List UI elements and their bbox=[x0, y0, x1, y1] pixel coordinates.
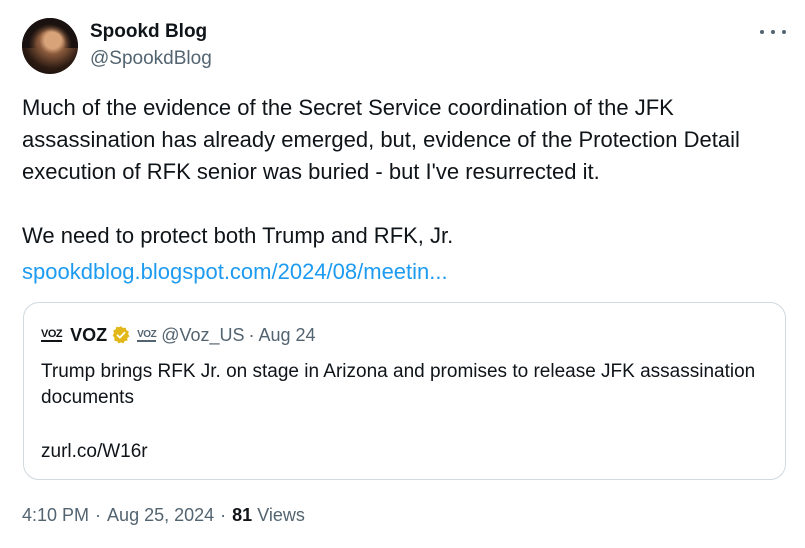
quote-text: Trump brings RFK Jr. on stage in Arizona… bbox=[41, 361, 756, 408]
author-name[interactable]: Spookd Blog bbox=[90, 20, 207, 44]
dot-icon bbox=[771, 30, 775, 34]
views-count[interactable]: 81 bbox=[232, 505, 252, 526]
affiliate-badge-logo: VOZ bbox=[137, 328, 157, 342]
quote-url: zurl.co/W16r bbox=[41, 441, 148, 462]
meta-separator: · bbox=[220, 505, 227, 525]
quote-avatar-logo[interactable]: VOZ bbox=[41, 328, 63, 342]
tweet-meta: 4:10 PM · Aug 25, 2024 · 81 Views bbox=[22, 505, 305, 526]
quote-separator: · bbox=[248, 324, 255, 345]
more-options-icon[interactable] bbox=[760, 22, 786, 42]
tweet-date[interactable]: Aug 25, 2024 bbox=[107, 505, 214, 526]
verified-badge-icon bbox=[112, 326, 130, 344]
dot-icon bbox=[760, 30, 764, 34]
tweet-time[interactable]: 4:10 PM bbox=[22, 505, 89, 526]
avatar[interactable] bbox=[22, 18, 78, 74]
views-label[interactable]: Views bbox=[257, 505, 305, 526]
author-handle[interactable]: @SpookdBlog bbox=[90, 47, 212, 71]
tweet-text: Much of the evidence of the Secret Servi… bbox=[22, 95, 740, 248]
meta-separator: · bbox=[95, 505, 102, 525]
tweet-card: Spookd Blog @SpookdBlog Much of the evid… bbox=[0, 0, 805, 548]
tweet-link[interactable]: spookdblog.blogspot.com/2024/08/meetin..… bbox=[22, 256, 448, 288]
quote-author-handle[interactable]: @Voz_US bbox=[161, 325, 244, 346]
quote-tweet-card[interactable]: VOZ VOZ VOZ @Voz_US · Aug 24 Trump bring… bbox=[23, 302, 786, 480]
quote-date[interactable]: Aug 24 bbox=[259, 325, 316, 346]
avatar-hair bbox=[22, 18, 78, 48]
quote-header: VOZ VOZ VOZ @Voz_US · Aug 24 bbox=[41, 323, 316, 347]
dot-icon bbox=[782, 30, 786, 34]
quote-author-name[interactable]: VOZ bbox=[70, 325, 107, 346]
